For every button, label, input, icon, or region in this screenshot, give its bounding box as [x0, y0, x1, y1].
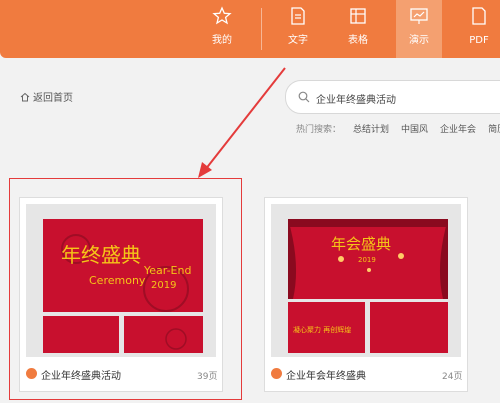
preview-slogan: 凝心聚力 再创辉煌: [293, 325, 351, 334]
template-preview-image: 年会盛典 2019 凝心聚力 再创辉煌: [288, 219, 448, 353]
template-thumbnail[interactable]: 年会盛典 2019 凝心聚力 再创辉煌: [271, 204, 461, 357]
preview-main-title: 年会盛典: [331, 235, 391, 253]
template-card[interactable]: 年会盛典 2019 凝心聚力 再创辉煌 企业年会年终盛典 24页: [264, 197, 468, 392]
template-page-count: 24页: [442, 372, 463, 382]
template-title[interactable]: 企业年会年终盛典: [286, 367, 366, 382]
preview-year: 2019: [358, 256, 376, 264]
wps-logo-icon: [271, 368, 282, 379]
